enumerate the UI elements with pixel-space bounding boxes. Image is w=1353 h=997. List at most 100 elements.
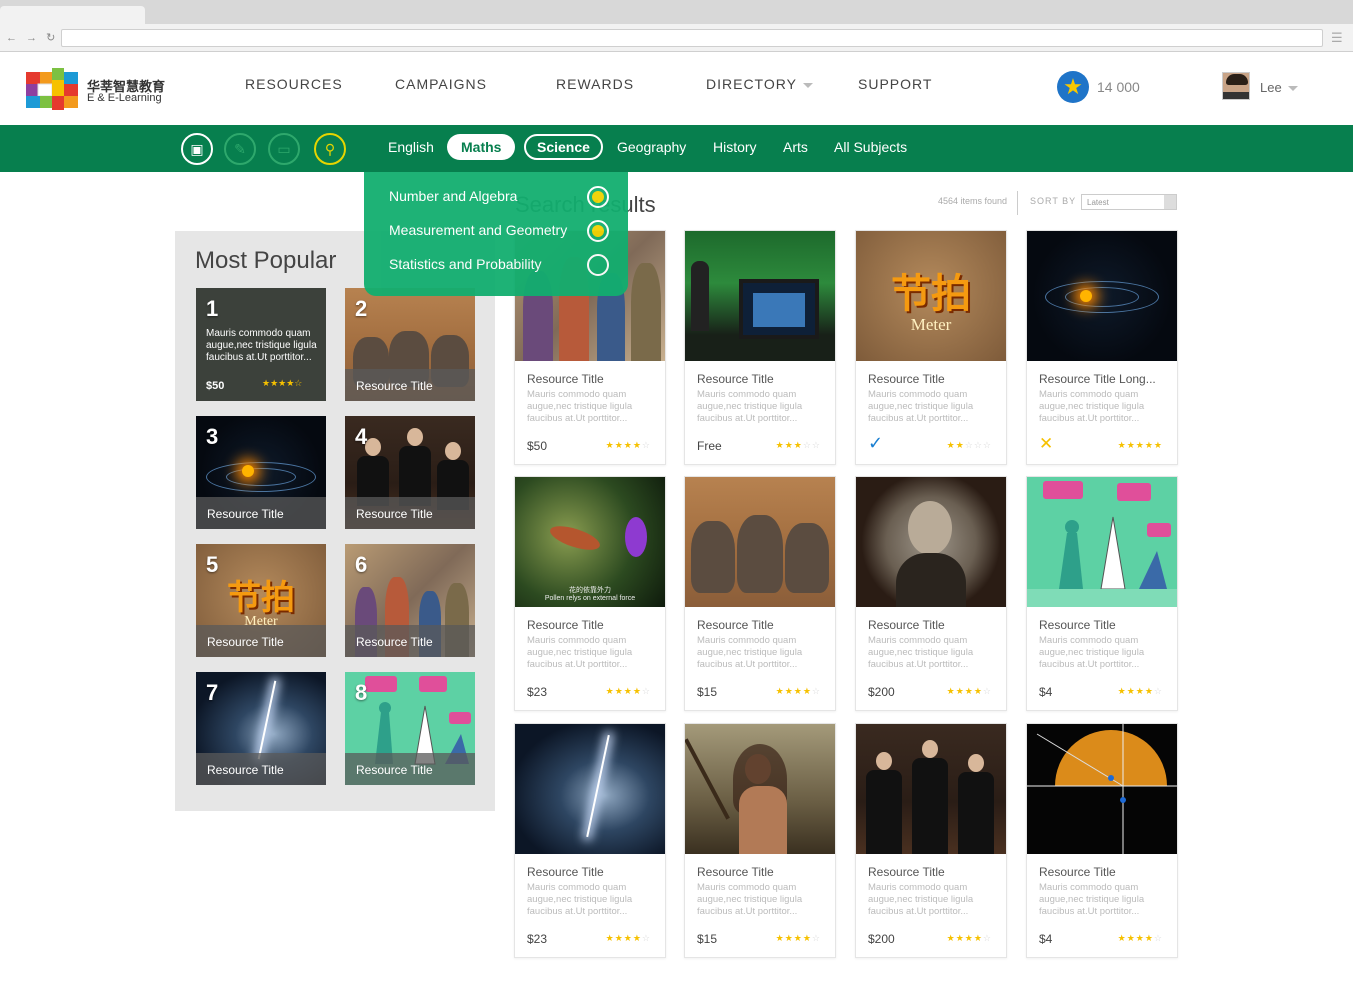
nav-rewards[interactable]: REWARDS	[556, 76, 634, 92]
resource-card[interactable]: 节拍 Meter Resource Title Mauris commodo q…	[855, 230, 1007, 465]
resource-thumbnail[interactable]	[856, 724, 1006, 854]
popular-item-4[interactable]: 4 Resource Title	[345, 416, 475, 529]
subject-geography[interactable]: Geography	[617, 139, 686, 155]
nav-campaigns[interactable]: CAMPAIGNS	[395, 76, 487, 92]
subject-english[interactable]: English	[388, 139, 434, 155]
resource-thumbnail[interactable]	[1027, 477, 1177, 607]
radio-statistics-probability[interactable]	[587, 254, 609, 276]
nav-resources[interactable]: RESOURCES	[245, 76, 343, 92]
resource-title[interactable]: Resource Title	[697, 618, 825, 632]
resource-card[interactable]: Resource Title Long... Mauris commodo qu…	[1026, 230, 1178, 465]
resource-card[interactable]: 花的依靠外力 Pollen relys on external force Re…	[514, 476, 666, 711]
subject-bar: ▣ ✎ ▭ ⚲ English Maths Science Geography …	[0, 125, 1353, 172]
popular-item-8[interactable]: 8 Resource Title	[345, 672, 475, 785]
most-popular-panel: Most Popular 1 Mauris commodo quam augue…	[175, 231, 495, 811]
user-menu[interactable]: Lee	[1260, 80, 1298, 95]
resource-title[interactable]: Resource Title	[868, 618, 996, 632]
popular-rank: 5	[206, 552, 219, 577]
resource-description: Mauris commodo quam augue,nec tristique …	[868, 882, 974, 917]
resource-description: Mauris commodo quam augue,nec tristique …	[697, 389, 803, 424]
sort-select[interactable]: Latest	[1081, 194, 1177, 210]
rating-stars: ★★★★☆	[262, 378, 303, 388]
resource-price: Free	[697, 439, 722, 453]
nav-directory[interactable]: DIRECTORY	[706, 76, 813, 92]
subject-maths[interactable]: Maths	[447, 134, 516, 160]
resource-thumbnail[interactable]: 花的依靠外力 Pollen relys on external force	[515, 477, 665, 607]
url-bar[interactable]	[61, 29, 1323, 47]
caption-english: Pollen relys on external force	[544, 595, 636, 602]
resource-card[interactable]: Resource Title Mauris commodo quam augue…	[514, 723, 666, 958]
resource-card[interactable]: Resource Title Mauris commodo quam augue…	[684, 230, 836, 465]
resource-title[interactable]: Resource Title	[527, 618, 655, 632]
rating-stars: ★★★★☆	[605, 933, 651, 943]
browser-menu-icon[interactable]: ☰	[1331, 30, 1343, 46]
resource-card[interactable]: Resource Title Mauris commodo quam augue…	[1026, 723, 1178, 958]
most-popular-title: Most Popular	[195, 247, 337, 274]
resource-thumbnail[interactable]	[515, 724, 665, 854]
browser-tab[interactable]	[0, 6, 145, 26]
resource-description: Mauris commodo quam augue,nec tristique …	[1039, 389, 1145, 424]
resource-thumbnail[interactable]	[685, 231, 835, 361]
popular-rank: 8	[355, 680, 368, 705]
subject-history[interactable]: History	[713, 139, 757, 155]
resource-price: $4	[1039, 685, 1053, 699]
browser-nav-buttons[interactable]: ← → ↻	[6, 31, 58, 44]
avatar[interactable]	[1222, 72, 1250, 100]
resource-description: Mauris commodo quam augue,nec tristique …	[1039, 882, 1145, 917]
maths-dropdown: Number and Algebra Measurement and Geome…	[364, 172, 628, 296]
resource-title[interactable]: Resource Title	[1039, 865, 1167, 879]
dropdown-item-measurement-geometry[interactable]: Measurement and Geometry	[389, 222, 567, 238]
resource-card[interactable]: Resource Title Mauris commodo quam augue…	[855, 723, 1007, 958]
pencil-icon[interactable]: ✎	[224, 133, 256, 165]
subject-arts[interactable]: Arts	[783, 139, 808, 155]
radio-measurement-geometry[interactable]	[587, 220, 609, 242]
rating-stars: ★★★★☆	[946, 933, 992, 943]
popular-item-2[interactable]: 2 Resource Title	[345, 288, 475, 401]
star-points-icon: ★	[1057, 71, 1089, 103]
resource-card[interactable]: Resource Title Mauris commodo quam augue…	[684, 476, 836, 711]
logo-icon[interactable]	[26, 68, 78, 110]
resource-thumbnail[interactable]	[1027, 231, 1177, 361]
resource-title[interactable]: Resource Title	[697, 372, 825, 386]
chevron-down-icon	[1164, 195, 1176, 209]
resource-thumbnail[interactable]	[856, 477, 1006, 607]
resource-thumbnail[interactable]	[685, 477, 835, 607]
resource-description: Mauris commodo quam augue,nec tristique …	[697, 635, 803, 670]
book-icon[interactable]: ▣	[181, 133, 213, 165]
popular-title: Resource Title	[196, 497, 326, 529]
resource-price: $15	[697, 685, 718, 699]
dropdown-item-statistics-probability[interactable]: Statistics and Probability	[389, 256, 542, 272]
resource-title[interactable]: Resource Title	[697, 865, 825, 879]
nav-support[interactable]: SUPPORT	[858, 76, 932, 92]
resource-title[interactable]: Resource Title	[868, 865, 996, 879]
resource-title[interactable]: Resource Title	[1039, 618, 1167, 632]
resource-price: $23	[527, 932, 548, 946]
resource-thumbnail[interactable]	[1027, 724, 1177, 854]
popular-title: Resource Title	[345, 625, 475, 657]
subject-all[interactable]: All Subjects	[834, 139, 907, 155]
popular-title: Resource Title	[345, 497, 475, 529]
popular-item-7[interactable]: 7 Resource Title	[196, 672, 326, 785]
popular-item-3[interactable]: 3 Resource Title	[196, 416, 326, 529]
resource-thumbnail[interactable]	[685, 724, 835, 854]
subject-science[interactable]: Science	[524, 134, 603, 160]
radio-number-algebra[interactable]	[587, 186, 609, 208]
popular-item-6[interactable]: 6 Resource Title	[345, 544, 475, 657]
resource-thumbnail[interactable]: 节拍 Meter	[856, 231, 1006, 361]
search-icon[interactable]: ⚲	[314, 133, 346, 165]
popular-item-5[interactable]: 节拍 Meter 5 Resource Title	[196, 544, 326, 657]
resource-price: $200	[868, 932, 895, 946]
resource-title[interactable]: Resource Title	[527, 865, 655, 879]
tv-icon[interactable]: ▭	[268, 133, 300, 165]
resource-card[interactable]: Resource Title Mauris commodo quam augue…	[855, 476, 1007, 711]
dropdown-item-number-algebra[interactable]: Number and Algebra	[389, 188, 517, 204]
chevron-down-icon	[802, 82, 813, 88]
resource-description: Mauris commodo quam augue,nec tristique …	[868, 635, 974, 670]
resource-card[interactable]: Resource Title Mauris commodo quam augue…	[684, 723, 836, 958]
resource-card[interactable]: Resource Title Mauris commodo quam augue…	[1026, 476, 1178, 711]
resource-title[interactable]: Resource Title	[527, 372, 655, 386]
resource-title[interactable]: Resource Title	[868, 372, 996, 386]
popular-item-1[interactable]: 1 Mauris commodo quam augue,nec tristiqu…	[196, 288, 326, 401]
resource-title[interactable]: Resource Title Long...	[1039, 372, 1167, 386]
user-name: Lee	[1260, 80, 1282, 95]
